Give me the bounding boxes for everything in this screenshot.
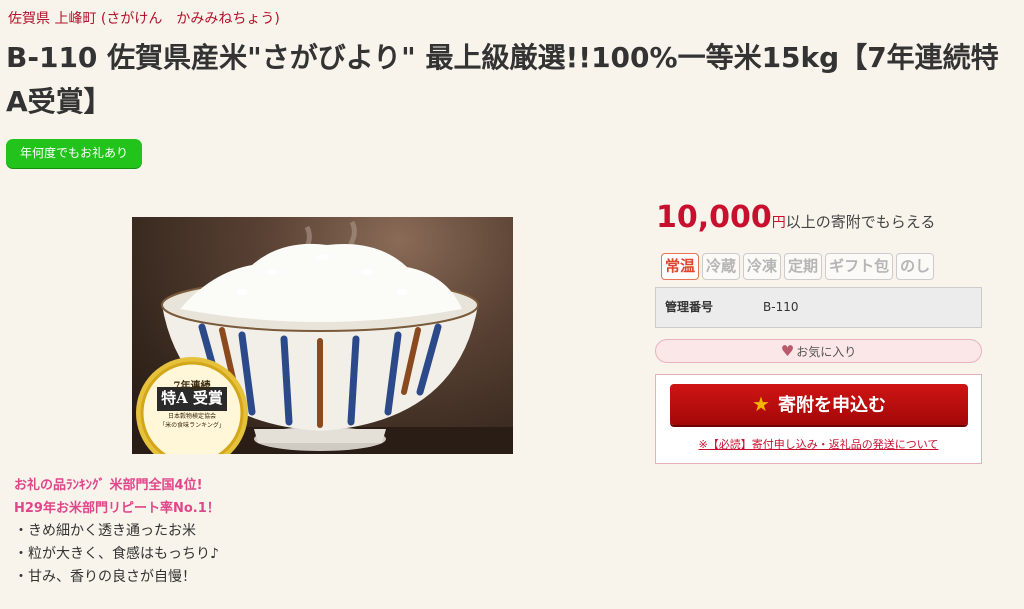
apply-panel: ★ 寄附を申込む ※【必読】寄付申し込み・返礼品の発送について — [655, 374, 982, 464]
star-icon: ★ — [752, 392, 770, 416]
breadcrumb[interactable]: 佐賀県 上峰町 (さがけん かみみねちょう) — [8, 8, 280, 28]
tag-gift-wrap: ギフト包 — [825, 253, 894, 280]
management-number-label: 管理番号 — [665, 300, 714, 314]
tag-noshi: のし — [896, 253, 935, 280]
price-suffix: 以上の寄附でもらえる — [785, 213, 936, 231]
repeat-gift-badge: 年何度でもお礼あり — [6, 139, 142, 168]
highlight-ranking: お礼の品ﾗﾝｷﾝｸﾞ 米部門全国4位! — [14, 478, 203, 493]
tag-frozen: 冷凍 — [743, 253, 782, 280]
heart-icon: ♥ — [780, 342, 795, 360]
management-number-value: B-110 — [763, 300, 799, 314]
tag-room-temperature: 常温 — [661, 253, 700, 280]
tag-subscription: 定期 — [784, 253, 823, 280]
favorite-label: お気に入り — [796, 345, 857, 359]
price-unit: 円 — [771, 215, 786, 231]
feature-item: ・甘み、香りの良さが自慢！ — [14, 569, 196, 585]
feature-item: ・粒が大きく、食感はもっちり♪ — [14, 546, 219, 562]
product-image: 7年連続 特A 受賞 日本穀物検定協会 「米の食味ランキング」 — [132, 217, 513, 454]
management-number-row: 管理番号 B-110 — [655, 287, 982, 328]
shipping-notice-link[interactable]: ※【必読】寄付申し込み・返礼品の発送について — [656, 436, 981, 452]
award-seal-line3: 日本穀物検定協会 — [167, 413, 216, 420]
apply-donation-button[interactable]: ★ 寄附を申込む — [670, 384, 968, 425]
favorite-button[interactable]: ♥ お気に入り — [655, 339, 982, 363]
delivery-tags: 常温 冷蔵 冷凍 定期 ギフト包 のし — [661, 253, 935, 280]
award-seal: 7年連続 特A 受賞 日本穀物検定協会 「米の食味ランキング」 — [136, 357, 248, 429]
product-features: ・きめ細かく透き通ったお米 ・粒が大きく、食感はもっちり♪ ・甘み、香りの良さが… — [14, 520, 219, 589]
award-seal-line2: 特A 受賞 — [161, 389, 223, 407]
tag-refrigerated: 冷蔵 — [702, 253, 741, 280]
feature-item: ・きめ細かく透き通ったお米 — [14, 523, 196, 539]
page-title: B-110 佐賀県産米"さがびより" 最上級厳選!!100%一等米15kg【7年… — [6, 41, 999, 118]
donation-price: 10,000円以上の寄附でもらえる — [656, 200, 935, 235]
highlight-repeat-rate: H29年お米部門リピート率No.1！ — [14, 501, 220, 516]
apply-button-label: 寄附を申込む — [777, 395, 886, 416]
award-seal-line4: 「米の食味ランキング」 — [159, 422, 225, 429]
product-highlights: お礼の品ﾗﾝｷﾝｸﾞ 米部門全国4位! H29年お米部門リピート率No.1！ — [14, 474, 220, 520]
price-amount: 10,000 — [656, 200, 772, 235]
